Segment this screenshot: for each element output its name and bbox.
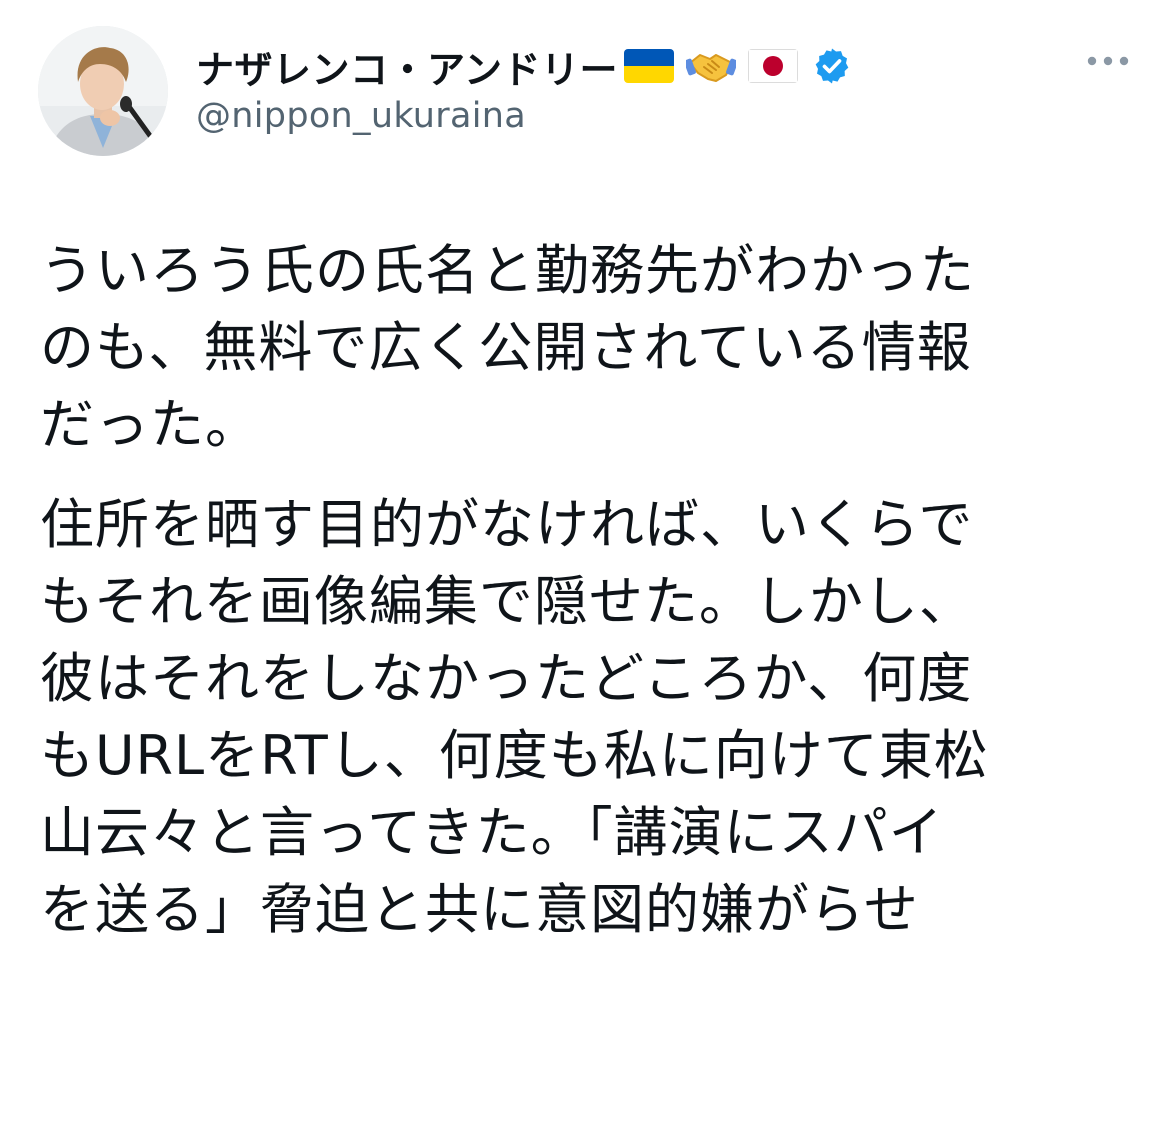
verified-badge-icon	[812, 46, 852, 86]
tweet-paragraph: 住所を晒す目的がなければ、いくらで もそれを画像編集で隠せた。しかし、 彼はそれ…	[40, 493, 989, 941]
author-name-row[interactable]: ナザレンコ・アンドリー	[196, 38, 852, 94]
more-horizontal-icon[interactable]	[1083, 48, 1133, 74]
tweet-text: ういろう氏の氏名と勤務先がわかった のも、無料で広く公開されている情報 だった。…	[40, 232, 1140, 948]
author-handle[interactable]: @nippon_ukuraina	[196, 96, 526, 136]
avatar[interactable]	[38, 26, 168, 156]
display-name[interactable]: ナザレンコ・アンドリー	[196, 39, 618, 94]
tweet-paragraph: ういろう氏の氏名と勤務先がわかった のも、無料で広く公開されている情報 だった。	[40, 239, 975, 456]
japan-flag-icon	[747, 49, 798, 83]
handshake-icon	[684, 41, 738, 91]
tweet-card: ナザレンコ・アンドリー @nippon_ukuraina ういろう氏の氏名と勤務…	[0, 0, 1169, 1128]
ukraine-flag-icon	[623, 49, 674, 83]
